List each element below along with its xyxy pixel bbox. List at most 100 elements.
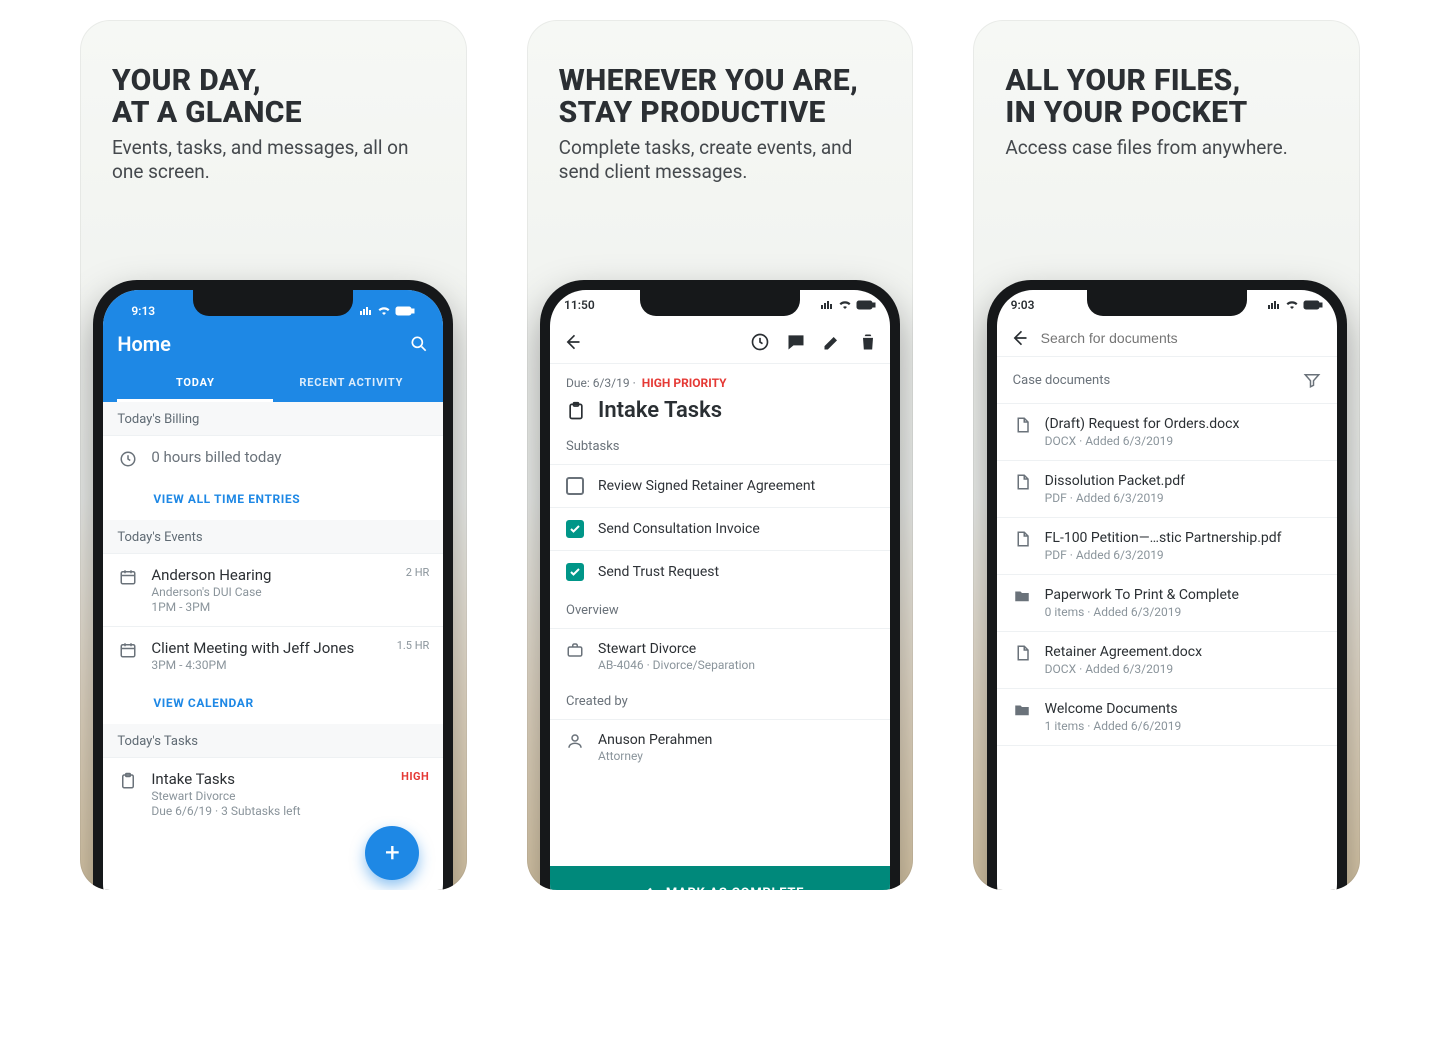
phone-frame: 9:13 Home TODAY: [93, 280, 453, 890]
section-billing: Today's Billing 0 hours billed today VIE…: [103, 402, 443, 520]
headline: WHEREVER YOU ARE, STAY PRODUCTIVE: [559, 65, 890, 128]
subheadline: Access case files from anywhere.: [1005, 136, 1336, 160]
calendar-icon: [117, 566, 139, 614]
promo-slide-2: WHEREVER YOU ARE, STAY PRODUCTIVE Comple…: [527, 20, 914, 890]
doc-title: Welcome Documents: [1045, 701, 1182, 717]
creator-row[interactable]: Anuson Perahmen Attorney: [550, 719, 890, 775]
file-icon: [1013, 473, 1031, 505]
subtask-row[interactable]: Send Consultation Invoice: [550, 507, 890, 550]
file-icon: [1013, 416, 1031, 448]
headline: ALL YOUR FILES, IN YOUR POCKET: [1005, 65, 1336, 128]
duration-label: 2 HR: [406, 566, 430, 614]
file-icon: [1013, 530, 1031, 562]
search-bar: [997, 320, 1337, 357]
task-row[interactable]: Intake Tasks Stewart Divorce Due 6/6/19 …: [103, 757, 443, 830]
promo-slide-3: ALL YOUR FILES, IN YOUR POCKET Access ca…: [973, 20, 1360, 890]
doc-meta: 1 items · Added 6/6/2019: [1045, 719, 1182, 733]
search-input[interactable]: [1041, 330, 1325, 346]
toolbar: [550, 320, 890, 364]
doc-meta: PDF · Added 6/3/2019: [1045, 491, 1185, 505]
event-row[interactable]: Client Meeting with Jeff Jones 3PM - 4:3…: [103, 626, 443, 684]
delete-icon[interactable]: [858, 332, 878, 352]
section-tasks: Today's Tasks Intake Tasks Stewart Divor…: [103, 724, 443, 830]
document-row[interactable]: FL-100 Petition—…stic Partnership.pdf PDF…: [997, 518, 1337, 575]
priority-badge: HIGH: [401, 770, 429, 783]
doc-title: Dissolution Packet.pdf: [1045, 473, 1185, 489]
file-icon: [1013, 644, 1031, 676]
edit-icon[interactable]: [822, 332, 842, 352]
document-row[interactable]: Welcome Documents 1 items · Added 6/6/201…: [997, 689, 1337, 746]
checkbox-checked-icon[interactable]: [566, 563, 584, 581]
checkbox-unchecked-icon[interactable]: [566, 477, 584, 495]
section-header: Today's Events: [103, 520, 443, 553]
status-icons: [820, 300, 876, 310]
status-time: 9:03: [1011, 298, 1035, 312]
event-row[interactable]: Anderson Hearing Anderson's DUI Case 1PM…: [103, 553, 443, 626]
clipboard-icon: [566, 401, 586, 421]
subheadline: Events, tasks, and messages, all on one …: [112, 136, 443, 184]
status-time: 9:13: [131, 304, 155, 318]
calendar-icon: [117, 639, 139, 672]
view-time-entries-link[interactable]: VIEW ALL TIME ENTRIES: [103, 480, 443, 520]
doc-title: (Draft) Request for Orders.docx: [1045, 416, 1240, 432]
back-icon[interactable]: [1009, 328, 1029, 348]
promo-slide-1: YOUR DAY, AT A GLANCE Events, tasks, and…: [80, 20, 467, 890]
task-title: Intake Tasks: [598, 398, 722, 423]
doc-meta: PDF · Added 6/3/2019: [1045, 548, 1282, 562]
doc-title: Retainer Agreement.docx: [1045, 644, 1202, 660]
doc-title: Paperwork To Print & Complete: [1045, 587, 1239, 603]
page-title: Home: [117, 332, 171, 356]
document-row[interactable]: (Draft) Request for Orders.docx DOCX · Ad…: [997, 404, 1337, 461]
tab-today[interactable]: TODAY: [117, 366, 273, 402]
person-icon: [566, 732, 584, 763]
clock-icon: [117, 448, 139, 468]
priority-badge: HIGH PRIORITY: [642, 376, 727, 390]
document-row[interactable]: Retainer Agreement.docx DOCX · Added 6/3/…: [997, 632, 1337, 689]
doc-title: FL-100 Petition—…stic Partnership.pdf: [1045, 530, 1282, 546]
section-header: Today's Billing: [103, 402, 443, 435]
section-header: Overview: [550, 593, 890, 628]
billing-value: 0 hours billed today: [151, 448, 429, 466]
subheadline: Complete tasks, create events, and send …: [559, 136, 890, 184]
section-header: Created by: [550, 684, 890, 719]
doc-meta: 0 items · Added 6/3/2019: [1045, 605, 1239, 619]
briefcase-icon: [566, 641, 584, 672]
document-row[interactable]: Paperwork To Print & Complete 0 items · A…: [997, 575, 1337, 632]
list-header: Case documents: [1013, 373, 1111, 388]
mark-complete-button[interactable]: MARK AS COMPLETE: [550, 866, 890, 890]
creator-name: Anuson Perahmen: [598, 732, 712, 748]
doc-meta: DOCX · Added 6/3/2019: [1045, 434, 1240, 448]
back-icon[interactable]: [562, 332, 582, 352]
promo-copy: ALL YOUR FILES, IN YOUR POCKET Access ca…: [1005, 65, 1336, 160]
promo-copy: YOUR DAY, AT A GLANCE Events, tasks, and…: [112, 65, 443, 184]
folder-icon: [1013, 587, 1031, 619]
tab-recent-activity[interactable]: RECENT ACTIVITY: [273, 366, 429, 402]
promo-copy: WHEREVER YOU ARE, STAY PRODUCTIVE Comple…: [559, 65, 890, 184]
filter-icon[interactable]: [1303, 371, 1321, 389]
subtask-row[interactable]: Send Trust Request: [550, 550, 890, 593]
folder-icon: [1013, 701, 1031, 733]
section-events: Today's Events Anderson Hearing Anderson…: [103, 520, 443, 724]
due-line: Due: 6/3/19 · HIGH PRIORITY: [566, 376, 874, 390]
history-icon[interactable]: [750, 332, 770, 352]
fab-add-button[interactable]: +: [365, 826, 419, 880]
section-header: Subtasks: [550, 429, 890, 464]
doc-meta: DOCX · Added 6/3/2019: [1045, 662, 1202, 676]
phone-frame: 11:50: [540, 280, 900, 890]
checkbox-checked-icon[interactable]: [566, 520, 584, 538]
duration-label: 1.5 HR: [397, 639, 430, 672]
phone-frame: 9:03 Case documents: [987, 280, 1347, 890]
search-icon[interactable]: [409, 334, 429, 354]
creator-role: Attorney: [598, 749, 712, 763]
section-header: Today's Tasks: [103, 724, 443, 757]
comment-icon[interactable]: [786, 332, 806, 352]
status-time: 11:50: [564, 298, 595, 312]
status-icons: [1267, 300, 1323, 310]
headline: YOUR DAY, AT A GLANCE: [112, 65, 443, 128]
overview-row[interactable]: Stewart Divorce AB-4046 · Divorce/Separa…: [550, 628, 890, 684]
view-calendar-link[interactable]: VIEW CALENDAR: [103, 684, 443, 724]
clipboard-icon: [117, 770, 139, 818]
document-row[interactable]: Dissolution Packet.pdf PDF · Added 6/3/20…: [997, 461, 1337, 518]
status-icons: [359, 306, 415, 316]
subtask-row[interactable]: Review Signed Retainer Agreement: [550, 464, 890, 507]
